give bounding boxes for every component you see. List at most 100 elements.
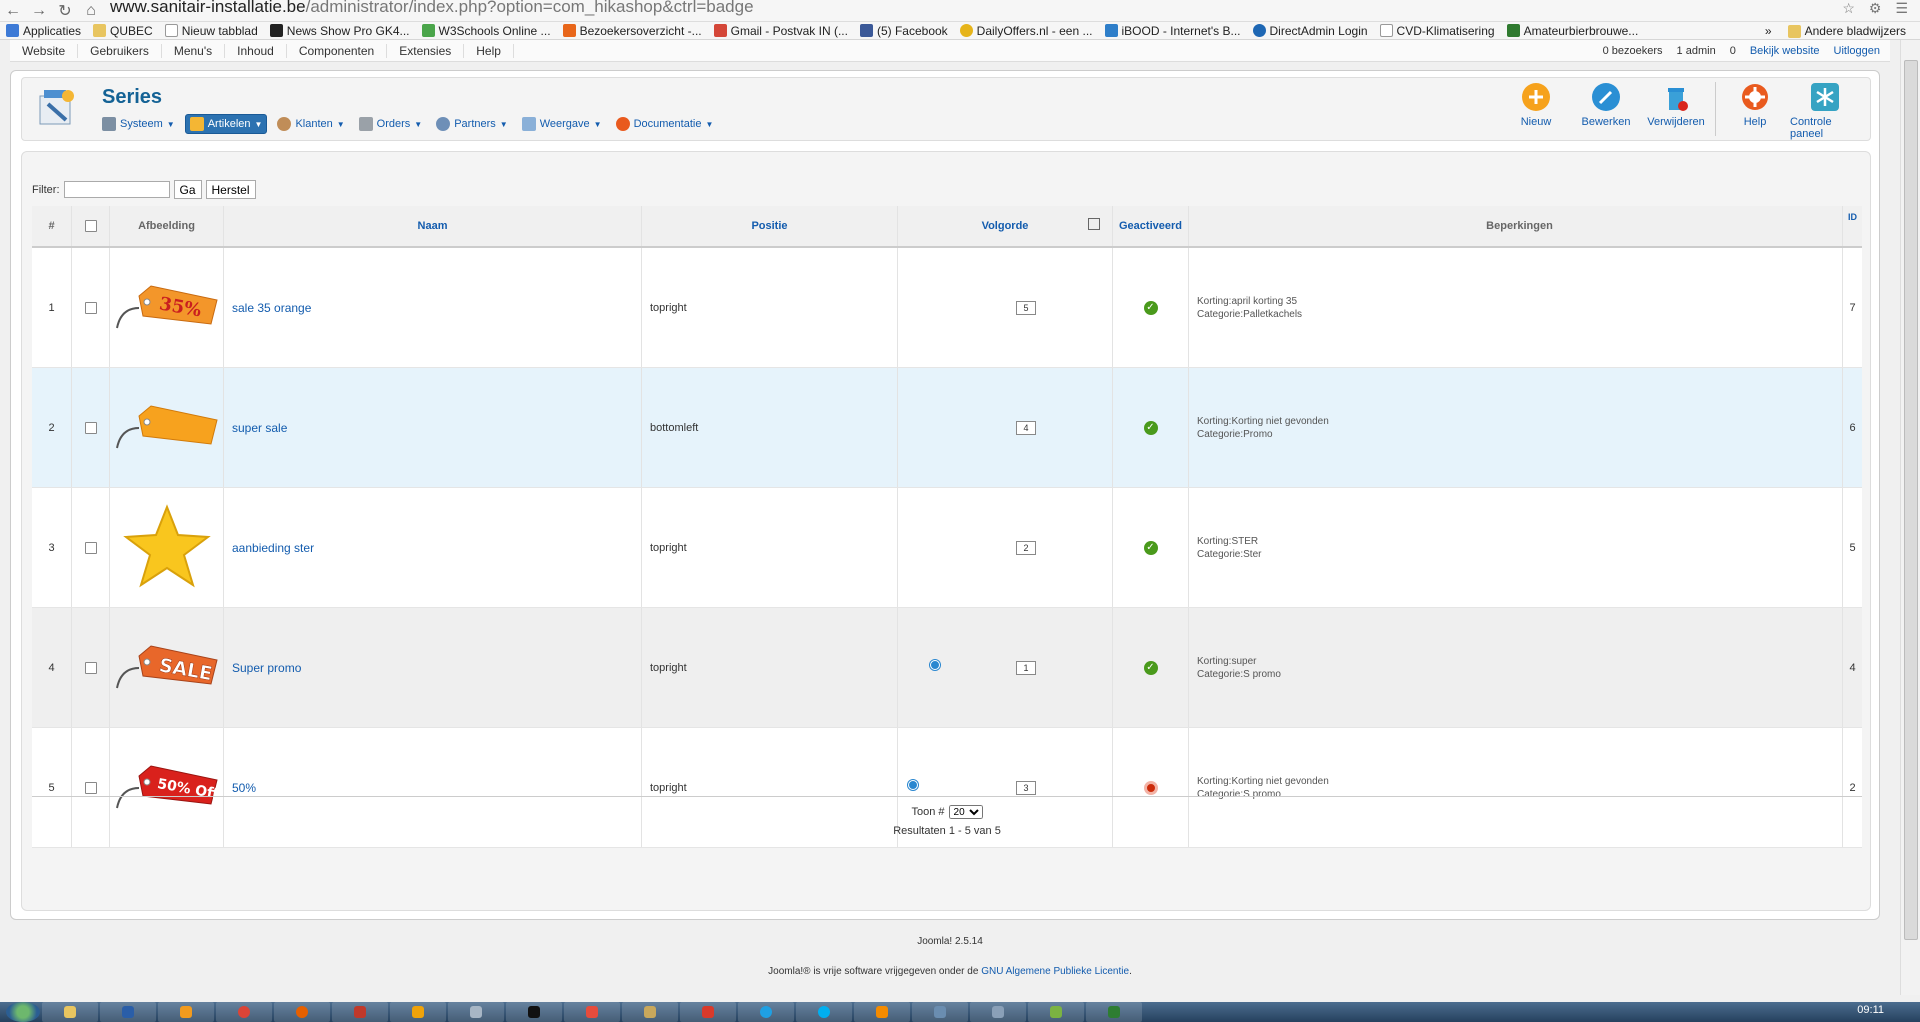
column-name[interactable]: Naam: [224, 206, 642, 246]
scrollbar-thumb[interactable]: [1904, 60, 1918, 940]
submenu-systeem[interactable]: Systeem ▼: [98, 115, 179, 133]
taskbar-app[interactable]: [332, 1002, 388, 1022]
vertical-scrollbar[interactable]: [1900, 40, 1920, 995]
order-input[interactable]: 2: [1016, 541, 1036, 555]
messages-count[interactable]: 0: [1730, 45, 1736, 57]
go-button[interactable]: Ga: [173, 180, 202, 199]
bookmark-item[interactable]: News Show Pro GK4...: [264, 24, 416, 38]
column-position[interactable]: Positie: [642, 206, 898, 246]
row-checkbox[interactable]: [84, 781, 97, 794]
menu-components[interactable]: Componenten: [287, 43, 388, 58]
column-order[interactable]: Volgorde: [898, 206, 1113, 246]
bookmark-item[interactable]: iBOOD - Internet's B...: [1099, 24, 1247, 38]
taskbar-app[interactable]: [506, 1002, 562, 1022]
bookmark-item[interactable]: Nieuw tabblad: [159, 24, 264, 38]
active-check-icon[interactable]: ✓: [1143, 300, 1158, 315]
submenu-partners[interactable]: Partners ▼: [432, 115, 512, 133]
reset-button[interactable]: Herstel: [205, 180, 256, 199]
inactive-icon[interactable]: [1143, 780, 1158, 795]
bookmark-item[interactable]: DailyOffers.nl - een ...: [954, 24, 1099, 38]
taskbar-app[interactable]: [912, 1002, 968, 1022]
menu-content[interactable]: Inhoud: [225, 43, 287, 58]
forward-icon[interactable]: →: [26, 2, 52, 20]
column-active[interactable]: Geactiveerd: [1113, 206, 1189, 246]
taskbar-app[interactable]: [970, 1002, 1026, 1022]
order-input[interactable]: 1: [1016, 661, 1036, 675]
row-checkbox[interactable]: [84, 301, 97, 314]
bookmark-item[interactable]: Gmail - Postvak IN (...: [708, 24, 854, 38]
menu-users[interactable]: Gebruikers: [78, 43, 162, 58]
column-id[interactable]: ID: [1843, 206, 1862, 246]
edit-button[interactable]: Bewerken: [1571, 82, 1641, 140]
badge-name-link[interactable]: Super promo: [232, 661, 301, 675]
taskbar-app[interactable]: [448, 1002, 504, 1022]
taskbar-explorer[interactable]: [42, 1002, 98, 1022]
reload-icon[interactable]: ↻: [52, 1, 78, 21]
row-checkbox[interactable]: [84, 541, 97, 554]
menu-website[interactable]: Website: [10, 43, 79, 58]
taskbar-skype[interactable]: [796, 1002, 852, 1022]
logout-link[interactable]: Uitloggen: [1834, 45, 1880, 57]
order-input[interactable]: 4: [1016, 421, 1036, 435]
bookmark-item[interactable]: W3Schools Online ...: [416, 24, 557, 38]
start-button[interactable]: [6, 1002, 40, 1022]
taskbar-clock[interactable]: 09:11: [1857, 1004, 1884, 1016]
badge-name-link[interactable]: sale 35 orange: [232, 301, 311, 315]
menu-extensions[interactable]: Extensies: [387, 43, 465, 58]
submenu-documentatie[interactable]: Documentatie ▼: [612, 115, 718, 133]
taskbar-app[interactable]: [1086, 1002, 1142, 1022]
active-check-icon[interactable]: ✓: [1143, 420, 1158, 435]
taskbar-app[interactable]: [564, 1002, 620, 1022]
order-input[interactable]: 5: [1016, 301, 1036, 315]
row-checkbox[interactable]: [84, 661, 97, 674]
filter-input[interactable]: [63, 181, 170, 198]
bookmark-item[interactable]: CVD-Klimatisering: [1374, 24, 1501, 38]
bookmark-item[interactable]: QUBEC: [87, 24, 159, 38]
extension-icon[interactable]: ⚙: [1869, 0, 1882, 17]
star-icon[interactable]: ☆: [1842, 0, 1855, 17]
bookmark-item[interactable]: Bezoekersoverzicht -...: [557, 24, 708, 38]
taskbar-app[interactable]: [680, 1002, 736, 1022]
submenu-artikelen[interactable]: Artikelen ▼: [184, 114, 268, 134]
taskbar-app[interactable]: [1028, 1002, 1084, 1022]
submenu-klanten[interactable]: Klanten ▼: [273, 115, 348, 133]
active-check-icon[interactable]: ✓: [1143, 660, 1158, 675]
badge-name-link[interactable]: 50%: [232, 781, 256, 795]
select-all-checkbox[interactable]: [84, 220, 97, 232]
taskbar-media[interactable]: [158, 1002, 214, 1022]
license-link[interactable]: GNU Algemene Publieke Licentie: [981, 966, 1129, 977]
menu-menus[interactable]: Menu's: [162, 43, 226, 58]
page-size-select[interactable]: 20: [948, 805, 983, 819]
submenu-orders[interactable]: Orders ▼: [355, 115, 427, 133]
taskbar-chrome[interactable]: [216, 1002, 272, 1022]
view-site-link[interactable]: Bekijk website: [1750, 45, 1820, 57]
row-checkbox[interactable]: [84, 421, 97, 434]
help-button[interactable]: Help: [1720, 82, 1790, 140]
taskbar-app[interactable]: [622, 1002, 678, 1022]
menu-help[interactable]: Help: [464, 43, 514, 58]
address-field[interactable]: www.sanitair-installatie.be/administrato…: [110, 0, 754, 17]
new-button[interactable]: Nieuw: [1501, 82, 1571, 140]
submenu-weergave[interactable]: Weergave ▼: [518, 115, 606, 133]
back-icon[interactable]: ←: [0, 2, 26, 20]
order-move-up-icon[interactable]: [908, 780, 918, 790]
save-order-icon[interactable]: [1088, 218, 1100, 230]
taskbar-vlc[interactable]: [854, 1002, 910, 1022]
menu-icon[interactable]: ☰: [1895, 0, 1908, 17]
taskbar-app[interactable]: [100, 1002, 156, 1022]
taskbar-firefox[interactable]: [274, 1002, 330, 1022]
badge-name-link[interactable]: super sale: [232, 421, 287, 435]
home-icon[interactable]: ⌂: [78, 2, 104, 20]
bookmark-item[interactable]: Amateurbierbrouwe...: [1501, 24, 1645, 38]
taskbar-ie[interactable]: [738, 1002, 794, 1022]
other-bookmarks[interactable]: Andere bladwijzers: [1782, 24, 1912, 38]
order-move-down-icon[interactable]: [930, 660, 940, 670]
more-bookmarks-button[interactable]: »: [1765, 24, 1772, 38]
taskbar-outlook[interactable]: [390, 1002, 446, 1022]
control-panel-button[interactable]: Controle paneel: [1790, 82, 1860, 140]
bookmark-item[interactable]: (5) Facebook: [854, 24, 954, 38]
bookmark-item[interactable]: DirectAdmin Login: [1247, 24, 1374, 38]
badge-name-link[interactable]: aanbieding ster: [232, 541, 314, 555]
delete-button[interactable]: Verwijderen: [1641, 82, 1711, 140]
order-input[interactable]: 3: [1016, 781, 1036, 795]
